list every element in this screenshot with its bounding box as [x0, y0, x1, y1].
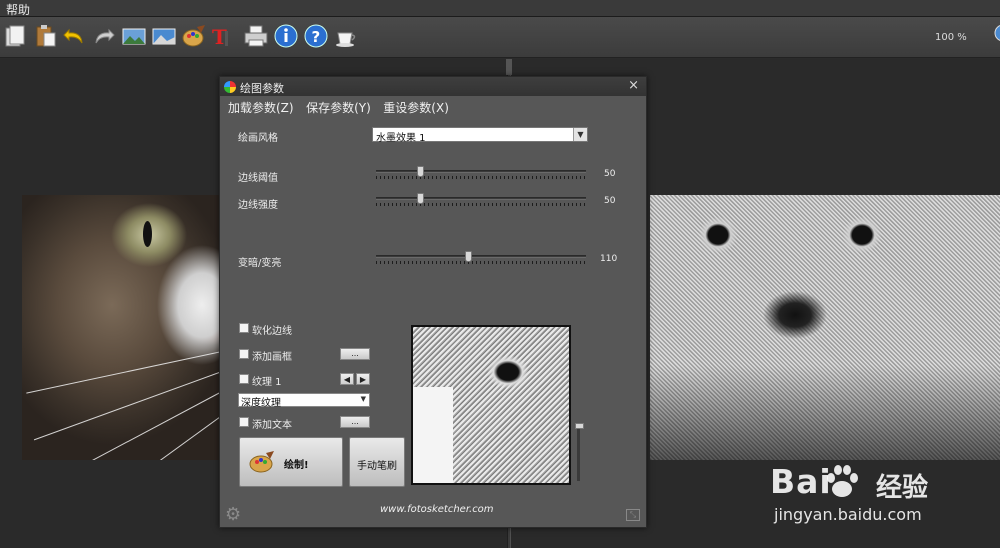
paw-icon [827, 465, 858, 497]
texture-checkbox[interactable] [239, 374, 249, 384]
original-photo [22, 195, 222, 460]
frame-options-button[interactable]: ... [340, 348, 370, 360]
draw-button-label: 绘制! [284, 460, 309, 471]
darken-lighten-value: 110 [600, 254, 618, 264]
zoom-level: 100 % [935, 32, 967, 43]
edge-strength-value: 50 [604, 196, 616, 206]
chevron-down-icon[interactable]: ▼ [573, 128, 587, 141]
slider-track [376, 197, 586, 200]
menu-save-params[interactable]: 保存参数(Y) [306, 101, 371, 115]
chevron-down-icon[interactable]: ▼ [361, 395, 366, 403]
resize-icon[interactable]: ⤡ [626, 509, 640, 521]
redo-icon[interactable] [90, 22, 118, 50]
add-text-label: 添加文本 [252, 420, 292, 431]
sketch-preview[interactable] [411, 325, 571, 485]
website-link[interactable]: www.fotosketcher.com [380, 504, 494, 515]
style-select-value: 水墨效果 1 [376, 133, 426, 144]
darken-lighten-slider[interactable] [376, 249, 588, 267]
style-select[interactable]: 水墨效果 1 ▼ [372, 127, 588, 144]
texture-next-button[interactable]: ▶ [356, 373, 370, 385]
paste-icon[interactable] [32, 22, 60, 50]
slider-thumb[interactable] [575, 423, 584, 429]
whisker [76, 415, 222, 460]
slider-thumb[interactable] [417, 193, 424, 204]
dialog-title: 绘图参数 [240, 82, 284, 95]
cat-eye [143, 221, 152, 247]
darken-lighten-label: 变暗/变亮 [238, 258, 282, 269]
texture-select-value: 深度纹理 [241, 398, 281, 409]
svg-text:T: T [212, 25, 227, 49]
slider-track [376, 255, 586, 258]
close-icon[interactable]: × [628, 78, 639, 93]
image-icon[interactable] [150, 22, 178, 50]
style-label: 绘画风格 [238, 133, 278, 144]
edge-threshold-value: 50 [604, 169, 616, 179]
preview-highlight [413, 387, 453, 483]
globe-icon[interactable] [986, 22, 1000, 50]
edge-strength-slider[interactable] [376, 191, 588, 209]
sketch-shadow [650, 365, 1000, 460]
sketch-result-photo [650, 195, 1000, 460]
baidu-watermark: Bai 经验 jingyan.baidu.com [770, 462, 1000, 542]
slider-thumb[interactable] [417, 166, 424, 177]
drawing-params-dialog: 绘图参数 × 加载参数(Z) 保存参数(Y) 重设参数(X) 绘画风格 水墨效果… [219, 76, 647, 528]
edge-strength-label: 边线强度 [238, 200, 278, 211]
edge-threshold-slider[interactable] [376, 164, 588, 182]
add-frame-checkbox[interactable] [239, 349, 249, 359]
landscape-icon[interactable] [120, 22, 148, 50]
undo-icon[interactable] [60, 22, 88, 50]
text-icon[interactable]: T [208, 22, 236, 50]
soften-edges-checkbox[interactable] [239, 323, 249, 333]
slider-thumb[interactable] [465, 251, 472, 262]
info-icon[interactable] [272, 22, 300, 50]
whisker [26, 351, 222, 394]
svg-text:?: ? [312, 28, 321, 46]
watermark-brand-cn: 经验 [876, 473, 929, 503]
split-handle[interactable] [506, 59, 512, 75]
manual-brush-button[interactable]: 手动笔刷 [349, 437, 405, 487]
manual-brush-label: 手动笔刷 [357, 461, 397, 472]
help-icon[interactable]: ? [302, 22, 330, 50]
draw-button[interactable]: 绘制! [239, 437, 343, 487]
app-icon [224, 81, 236, 93]
edge-threshold-label: 边线阈值 [238, 173, 278, 184]
open-icon[interactable] [2, 22, 30, 50]
dialog-menu: 加载参数(Z) 保存参数(Y) 重设参数(X) [228, 99, 458, 115]
slider-track [376, 170, 586, 173]
toolbar: T ? 100 % [0, 17, 1000, 58]
print-icon[interactable] [242, 22, 270, 50]
texture-select[interactable]: 深度纹理 ▼ [238, 393, 370, 409]
preview-zoom-slider[interactable] [575, 423, 585, 481]
add-frame-label: 添加画框 [252, 352, 292, 363]
slider-ticks [376, 176, 586, 179]
menu-reset-params[interactable]: 重设参数(X) [383, 101, 449, 115]
gear-icon[interactable]: ⚙ [225, 504, 241, 525]
slider-ticks [376, 261, 586, 264]
watermark-url: jingyan.baidu.com [774, 505, 922, 524]
menu-help[interactable]: 帮助 [6, 1, 30, 18]
slider-ticks [376, 203, 586, 206]
coffee-icon[interactable] [332, 22, 360, 50]
slider-track [577, 423, 580, 481]
palette-icon[interactable] [180, 22, 208, 50]
soften-edges-label: 软化边线 [252, 326, 292, 337]
palette-icon [249, 451, 274, 473]
dialog-titlebar[interactable]: 绘图参数 × [220, 77, 646, 96]
menu-bar: 帮助 [0, 0, 1000, 17]
menu-load-params[interactable]: 加载参数(Z) [228, 101, 294, 115]
add-text-checkbox[interactable] [239, 417, 249, 427]
texture-prev-button[interactable]: ◀ [340, 373, 354, 385]
texture-label: 纹理 1 [252, 377, 282, 388]
text-options-button[interactable]: ... [340, 416, 370, 428]
